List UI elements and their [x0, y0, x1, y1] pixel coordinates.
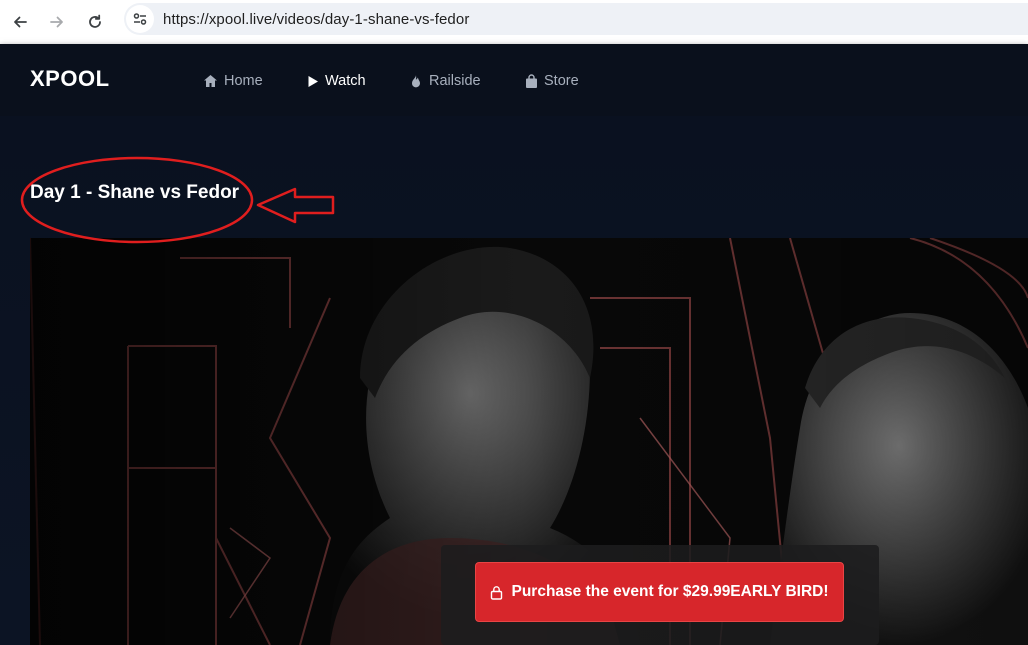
- flame-icon: [411, 74, 420, 87]
- purchase-event-button[interactable]: Purchase the event for $29.99EARLY BIRD!: [475, 562, 844, 622]
- browser-toolbar: https://xpool.live/videos/day-1-shane-vs…: [0, 0, 1028, 45]
- nav-item-label: Watch: [325, 73, 366, 89]
- arrow-left-icon: [14, 16, 27, 28]
- nav-item-store[interactable]: Store: [525, 71, 579, 91]
- site-header: XPOOL Home Watch Railside Store: [0, 44, 1028, 116]
- forward-button[interactable]: [43, 8, 71, 36]
- purchase-label: Purchase the event for $29.99EARLY BIRD!: [511, 583, 829, 600]
- nav-item-railside[interactable]: Railside: [409, 71, 481, 91]
- nav-item-watch[interactable]: Watch: [307, 71, 366, 91]
- reload-icon: [89, 14, 101, 28]
- back-button[interactable]: [6, 8, 34, 36]
- home-icon: [204, 75, 217, 87]
- reload-button[interactable]: [81, 8, 109, 36]
- nav-item-label: Railside: [429, 73, 481, 89]
- play-icon: [308, 75, 318, 87]
- site-info-button[interactable]: [126, 5, 154, 33]
- xpool-logo[interactable]: XPOOL: [30, 66, 110, 92]
- nav-item-label: Store: [544, 73, 579, 89]
- tune-icon: [133, 13, 147, 25]
- nav-item-home[interactable]: Home: [203, 71, 263, 91]
- arrow-right-icon: [50, 16, 63, 28]
- page-title: Day 1 - Shane vs Fedor: [30, 182, 240, 203]
- shopping-bag-icon: [526, 73, 537, 88]
- url-text[interactable]: https://xpool.live/videos/day-1-shane-vs…: [163, 11, 469, 28]
- address-bar[interactable]: https://xpool.live/videos/day-1-shane-vs…: [124, 3, 1028, 35]
- nav-item-label: Home: [224, 73, 263, 89]
- lock-icon: [491, 585, 503, 600]
